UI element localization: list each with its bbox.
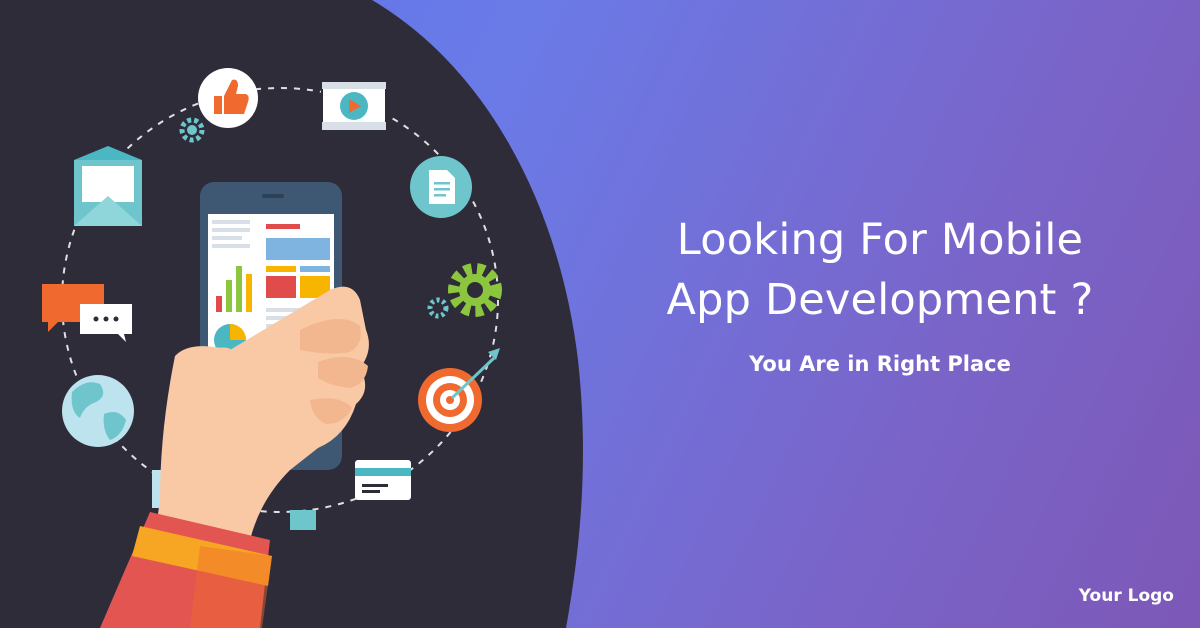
chat-bubble-icon	[42, 284, 132, 342]
headline: Looking For Mobile App Development ?	[600, 210, 1160, 330]
headline-line-2: App Development ?	[666, 275, 1094, 325]
ad-banner: Looking For Mobile App Development ? You…	[0, 0, 1200, 628]
app-development-illustration	[42, 68, 502, 628]
credit-card-icon	[355, 460, 411, 500]
small-gear-icon	[179, 117, 205, 143]
document-icon	[410, 156, 472, 218]
gear-icon	[448, 263, 502, 317]
video-player-icon	[321, 81, 387, 131]
headline-line-1: Looking For Mobile	[676, 215, 1084, 265]
target-icon	[418, 348, 500, 432]
thumbs-up-icon	[198, 68, 258, 128]
small-envelope-icon	[290, 510, 316, 530]
tiny-gear-icon	[427, 297, 449, 319]
envelope-icon	[74, 146, 142, 226]
globe-icon	[62, 375, 134, 447]
subheadline: You Are in Right Place	[749, 352, 1011, 376]
logo-placeholder[interactable]: Your Logo	[1079, 586, 1174, 606]
